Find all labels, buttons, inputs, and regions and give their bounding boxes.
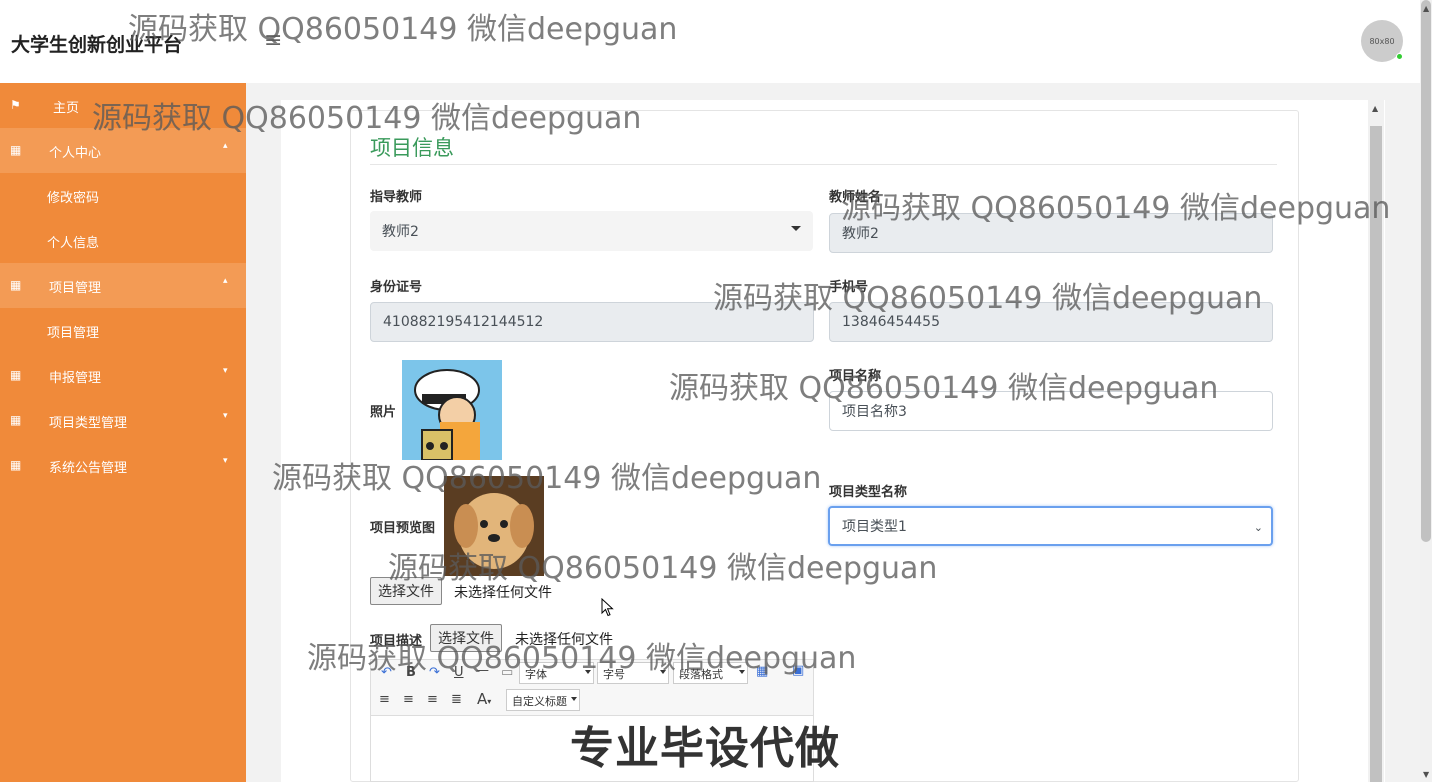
- editor-toolbar: ↶ B ↷ U — ▭ 字体 字号 段落格式 ▦ ▣ ≡ ≡ ≡ ≣ A▾ 自定…: [371, 660, 813, 716]
- sidebar-item-project-type-management[interactable]: ▦ 项目类型管理 ▾: [0, 398, 246, 443]
- photo-image: [402, 360, 502, 460]
- undo-icon[interactable]: ↶: [381, 665, 392, 680]
- sidebar-item-label: 项目类型管理: [49, 416, 128, 431]
- sidebar-subitem-label: 修改密码: [47, 191, 100, 206]
- chevron-up-icon: ▴: [223, 141, 228, 151]
- rich-text-editor: ↶ B ↷ U — ▭ 字体 字号 段落格式 ▦ ▣ ≡ ≡ ≡ ≣ A▾ 自定…: [370, 659, 814, 782]
- grid-icon: ▦: [10, 413, 22, 427]
- align-right-icon[interactable]: ≡: [403, 692, 414, 707]
- scroll-up-arrow-icon[interactable]: ▲: [1372, 104, 1378, 113]
- project-name-input[interactable]: 项目名称3: [829, 391, 1273, 431]
- sidebar-subitem-label: 项目管理: [47, 326, 100, 341]
- font-family-label: 字体: [525, 668, 547, 681]
- sidebar-item-project-management[interactable]: ▦ 项目管理 ▴: [0, 263, 246, 308]
- project-type-select[interactable]: 项目类型1 ⌄: [828, 506, 1273, 546]
- preview-image: [444, 476, 544, 576]
- grid-icon: ▦: [10, 368, 22, 382]
- sidebar-subitem-personal-info[interactable]: 个人信息: [0, 218, 246, 263]
- sidebar: ⚑ 主页 ▦ 个人中心 ▴ 修改密码 个人信息 ▦ 项目管理 ▴ 项目管理 ▦ …: [0, 83, 246, 782]
- page-scroll-thumb[interactable]: [1421, 0, 1431, 542]
- font-size-select[interactable]: 字号: [597, 662, 669, 684]
- project-name-label: 项目名称: [829, 369, 882, 384]
- caret-down-icon: [791, 226, 801, 231]
- flag-icon: ⚑: [10, 98, 21, 112]
- sidebar-item-label: 申报管理: [49, 371, 102, 386]
- grid-icon: ▦: [10, 458, 22, 472]
- project-type-label: 项目类型名称: [829, 485, 908, 500]
- chevron-down-icon: ▾: [223, 411, 228, 421]
- description-label: 项目描述: [370, 634, 423, 649]
- photo-label: 照片: [370, 405, 397, 420]
- grid-icon: ▦: [10, 278, 22, 292]
- mouse-cursor-icon: [601, 598, 614, 617]
- page-scroll-up-icon[interactable]: ▲: [1423, 4, 1429, 13]
- sidebar-item-home[interactable]: ⚑ 主页: [0, 83, 246, 128]
- sidebar-subitem-label: 个人信息: [47, 236, 100, 251]
- custom-title-label: 自定义标题: [512, 695, 567, 708]
- font-family-select[interactable]: 字体: [519, 662, 594, 684]
- content-scroll-thumb[interactable]: [1370, 126, 1382, 782]
- custom-title-select[interactable]: 自定义标题: [506, 689, 580, 711]
- online-status-dot: [1396, 53, 1403, 60]
- phone-label: 手机号: [829, 280, 869, 295]
- sidebar-item-label: 项目管理: [49, 281, 102, 296]
- menu-toggle-icon[interactable]: ≡: [264, 28, 282, 53]
- project-type-value: 项目类型1: [842, 519, 907, 535]
- description-file-status: 未选择任何文件: [515, 632, 613, 648]
- grid-icon: ▦: [10, 143, 22, 157]
- puppy-icon: [444, 476, 544, 576]
- paste-icon[interactable]: ▭: [501, 665, 513, 680]
- sidebar-item-label: 系统公告管理: [49, 461, 128, 476]
- teacher-select-value: 教师2: [382, 224, 419, 240]
- title-divider: [370, 164, 1277, 165]
- teacher-name-field[interactable]: 教师2: [829, 213, 1273, 253]
- description-file-button[interactable]: 选择文件: [430, 624, 502, 652]
- caret-down-icon: [739, 670, 745, 674]
- cartoon-boy-icon: [414, 369, 480, 460]
- sidebar-subitem-project-management[interactable]: 项目管理: [0, 308, 246, 353]
- sidebar-subitem-change-password[interactable]: 修改密码: [0, 173, 246, 218]
- chevron-down-icon: ⌄: [1253, 521, 1263, 534]
- page-title: 项目信息: [370, 136, 454, 160]
- teacher-select[interactable]: 教师2: [370, 211, 813, 251]
- paragraph-format-select[interactable]: 段落格式: [673, 662, 748, 684]
- underline-icon[interactable]: U: [454, 665, 464, 680]
- id-number-field[interactable]: 410882195412144512: [370, 302, 814, 342]
- table-icon[interactable]: ▦: [756, 664, 768, 679]
- align-left-icon[interactable]: ≡: [379, 692, 390, 707]
- sidebar-item-label: 个人中心: [49, 146, 102, 161]
- align-justify-icon[interactable]: ≣: [451, 692, 462, 707]
- sidebar-item-label: 主页: [53, 101, 80, 116]
- paragraph-format-label: 段落格式: [679, 668, 723, 681]
- horizontal-rule-icon[interactable]: —: [476, 663, 489, 678]
- page-scroll-down-icon[interactable]: ▼: [1423, 770, 1429, 779]
- sidebar-item-personal-center[interactable]: ▦ 个人中心 ▴: [0, 128, 246, 173]
- caret-down-icon: [571, 697, 577, 701]
- align-center-icon[interactable]: ≡: [427, 692, 438, 707]
- preview-icon[interactable]: ▣: [792, 663, 804, 678]
- top-header: 大学生创新创业平台 ≡: [0, 0, 1420, 83]
- teacher-name-label: 教师姓名: [829, 190, 882, 205]
- teacher-label: 指导教师: [370, 190, 423, 205]
- chevron-down-icon: ▾: [223, 456, 228, 466]
- app-brand: 大学生创新创业平台: [11, 34, 183, 56]
- redo-icon[interactable]: ↷: [429, 665, 440, 680]
- chevron-up-icon: ▴: [223, 276, 228, 286]
- phone-field[interactable]: 13846454455: [829, 302, 1273, 342]
- bold-icon[interactable]: B: [406, 665, 416, 680]
- caret-down-icon: [660, 670, 666, 674]
- font-color-icon[interactable]: A▾: [477, 690, 491, 708]
- font-size-label: 字号: [603, 668, 625, 681]
- sidebar-item-announcement-management[interactable]: ▦ 系统公告管理 ▾: [0, 443, 246, 488]
- preview-file-button[interactable]: 选择文件: [370, 577, 442, 605]
- id-number-label: 身份证号: [370, 280, 423, 295]
- sidebar-item-declaration-management[interactable]: ▦ 申报管理 ▾: [0, 353, 246, 398]
- caret-down-icon: [585, 670, 591, 674]
- preview-label: 项目预览图: [370, 521, 436, 536]
- chevron-down-icon: ▾: [223, 366, 228, 376]
- preview-file-status: 未选择任何文件: [454, 585, 552, 601]
